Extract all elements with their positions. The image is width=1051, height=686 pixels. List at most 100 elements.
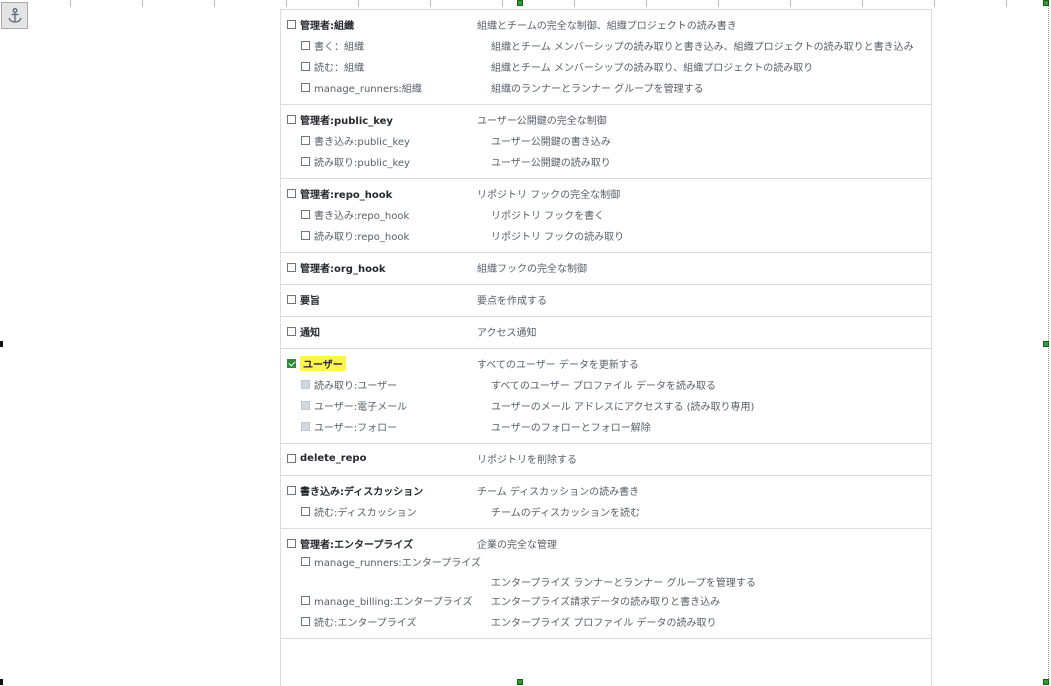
scope-checkbox-label[interactable]: 読み取り:ユーザー (281, 377, 491, 392)
scope-checkbox-label[interactable]: delete_repo (281, 453, 477, 464)
scope-checkbox[interactable] (287, 263, 296, 272)
scope-name: 書き込み:repo_hook (314, 211, 410, 222)
scope-checkbox-label[interactable]: ユーザー:フォロー (281, 419, 491, 434)
scope-group: 通知 アクセス通知 (281, 317, 931, 349)
scope-name: 読み取り:public_key (314, 158, 410, 169)
sub-scope-row: 書き込み:repo_hook リポジトリ フックを書く (281, 204, 931, 225)
scope-checkbox-label[interactable]: manage_runners:組織 (281, 80, 491, 95)
scope-checkbox[interactable] (301, 62, 310, 71)
scope-checkbox[interactable] (301, 380, 310, 389)
selection-handle-left[interactable] (0, 341, 3, 347)
scope-checkbox-label[interactable]: 管理者:repo_hook (281, 186, 477, 201)
scope-checkbox-label[interactable]: 通知 (281, 324, 477, 339)
scope-checkbox[interactable] (287, 20, 296, 29)
scope-description: リポジトリを削除する (477, 455, 577, 466)
scope-checkbox[interactable] (287, 327, 296, 336)
scope-checkbox[interactable] (287, 295, 296, 304)
scope-description: すべてのユーザー データを更新する (477, 360, 639, 371)
scope-checkbox-label[interactable]: 読む:エンタープライズ (281, 614, 491, 629)
scope-checkbox[interactable] (287, 454, 296, 463)
scope-checkbox[interactable] (301, 83, 310, 92)
scope-description: ユーザー公開鍵の書き込み (491, 137, 611, 148)
scope-description: ユーザーのフォローとフォロー解除 (491, 423, 651, 434)
scope-name: ユーザー:電子メール (314, 402, 408, 413)
scope-checkbox[interactable] (287, 115, 296, 124)
ruler-tick (934, 0, 935, 7)
scope-checkbox[interactable] (301, 231, 310, 240)
scope-description: エンタープライズ プロファイル データの読み取り (491, 618, 717, 629)
scope-group: 要旨 要点を作成する (281, 285, 931, 317)
sub-scope-row: manage_billing:エンタープライズ エンタープライズ請求データの読み取… (281, 590, 931, 611)
scope-checkbox[interactable] (287, 189, 296, 198)
scope-row: 要旨 要点を作成する (281, 289, 931, 310)
scope-group: 管理者:public_key ユーザー公開鍵の完全な制御書き込み:public_k… (281, 105, 931, 179)
scope-row: 書き込み:ディスカッション チーム ディスカッションの読み書き (281, 480, 931, 501)
scope-checkbox[interactable] (301, 596, 310, 605)
top-ruler (0, 0, 1051, 8)
scope-name: delete_repo (300, 453, 367, 464)
scope-checkbox-label[interactable]: 書き込み:repo_hook (281, 207, 491, 222)
selection-handle-bottom-right[interactable] (1043, 679, 1049, 685)
scope-checkbox[interactable] (287, 539, 296, 548)
scope-description: ユーザー公開鍵の完全な制御 (477, 116, 607, 127)
scope-checkbox-label[interactable]: manage_runners:エンタープライズ (281, 554, 491, 569)
ruler-tick (502, 0, 503, 7)
anchor-icon[interactable] (1, 2, 28, 29)
ruler-tick (70, 0, 71, 7)
scope-group: ユーザー すべてのユーザー データを更新する読み取り:ユーザー すべてのユーザー プ… (281, 349, 931, 444)
scope-group: delete_repo リポジトリを削除する (281, 444, 931, 476)
selection-handle-top-right[interactable] (1043, 0, 1049, 6)
scope-checkbox[interactable] (301, 422, 310, 431)
scope-description: エンタープライズ ランナーとランナー グループを管理する (491, 578, 756, 589)
sub-scope-row: manage_runners:エンタープライズ エンタープライズ ランナーとランナ… (281, 554, 931, 590)
scope-checkbox-label[interactable]: 管理者:エンタープライズ (281, 536, 477, 551)
scope-checkbox-label[interactable]: 管理者:組織 (281, 17, 477, 32)
scope-checkbox[interactable] (301, 617, 310, 626)
scope-checkbox[interactable] (287, 486, 296, 495)
scope-description: 組織のランナーとランナー グループを管理する (491, 84, 704, 95)
scope-checkbox-label[interactable]: 書き込み:public_key (281, 133, 491, 148)
scope-checkbox-label[interactable]: 読む：組織 (281, 59, 491, 74)
scope-checkbox[interactable] (301, 157, 310, 166)
ruler-tick (862, 0, 863, 7)
sub-scope-row: ユーザー:電子メール ユーザーのメール アドレスにアクセスする (読み取り専用) (281, 395, 931, 416)
scope-checkbox-label[interactable]: 管理者:org_hook (281, 260, 477, 275)
scope-name: manage_runners:エンタープライズ (314, 558, 481, 569)
ruler-tick (214, 0, 215, 7)
scope-checkbox-label[interactable]: ユーザー (281, 356, 477, 371)
ruler-tick (718, 0, 719, 7)
scope-checkbox[interactable] (301, 210, 310, 219)
scope-checkbox-label[interactable]: 読み取り:public_key (281, 154, 491, 169)
scope-checkbox-label[interactable]: 管理者:public_key (281, 112, 477, 127)
scope-checkbox[interactable] (287, 359, 296, 368)
scope-checkbox-label[interactable]: manage_billing:エンタープライズ (281, 593, 491, 608)
selection-handle-right[interactable] (1043, 341, 1049, 347)
scope-checkbox[interactable] (301, 136, 310, 145)
scope-row: 管理者:組織 組織とチームの完全な制御、組織プロジェクトの読み書き (281, 14, 931, 35)
scope-name: 読む:ディスカッション (314, 508, 417, 519)
scope-checkbox[interactable] (301, 507, 310, 516)
scope-checkbox-label[interactable]: 書き込み:ディスカッション (281, 483, 477, 498)
scope-checkbox[interactable] (301, 557, 310, 566)
scope-name: 管理者:repo_hook (300, 190, 393, 201)
scope-checkbox[interactable] (301, 401, 310, 410)
scope-name: 読む:エンタープライズ (314, 618, 417, 629)
scope-checkbox-label[interactable]: 書く：組織 (281, 38, 491, 53)
scope-group: 管理者:エンタープライズ 企業の完全な管理 manage_runners:エンタープ… (281, 529, 931, 639)
scope-row: delete_repo リポジトリを削除する (281, 448, 931, 469)
scope-name: 管理者:public_key (300, 116, 393, 127)
selection-handle-bottom-left[interactable] (0, 679, 3, 685)
scope-checkbox-label[interactable]: ユーザー:電子メール (281, 398, 491, 413)
scope-name: manage_billing:エンタープライズ (314, 597, 473, 608)
scope-checkbox-label[interactable]: 読み取り:repo_hook (281, 228, 491, 243)
scope-checkbox-label[interactable]: 要旨 (281, 292, 477, 307)
scope-checkbox-label[interactable]: 読む:ディスカッション (281, 504, 491, 519)
scope-row: 管理者:public_key ユーザー公開鍵の完全な制御 (281, 109, 931, 130)
scope-description: チーム ディスカッションの読み書き (477, 487, 640, 498)
scope-checkbox[interactable] (301, 41, 310, 50)
ruler-tick (358, 0, 359, 7)
scope-name: 読み取り:repo_hook (314, 232, 410, 243)
scope-description: すべてのユーザー プロファイル データを読み取る (491, 381, 717, 392)
selection-handle-top[interactable] (517, 0, 523, 6)
scope-name: 通知 (300, 328, 320, 339)
